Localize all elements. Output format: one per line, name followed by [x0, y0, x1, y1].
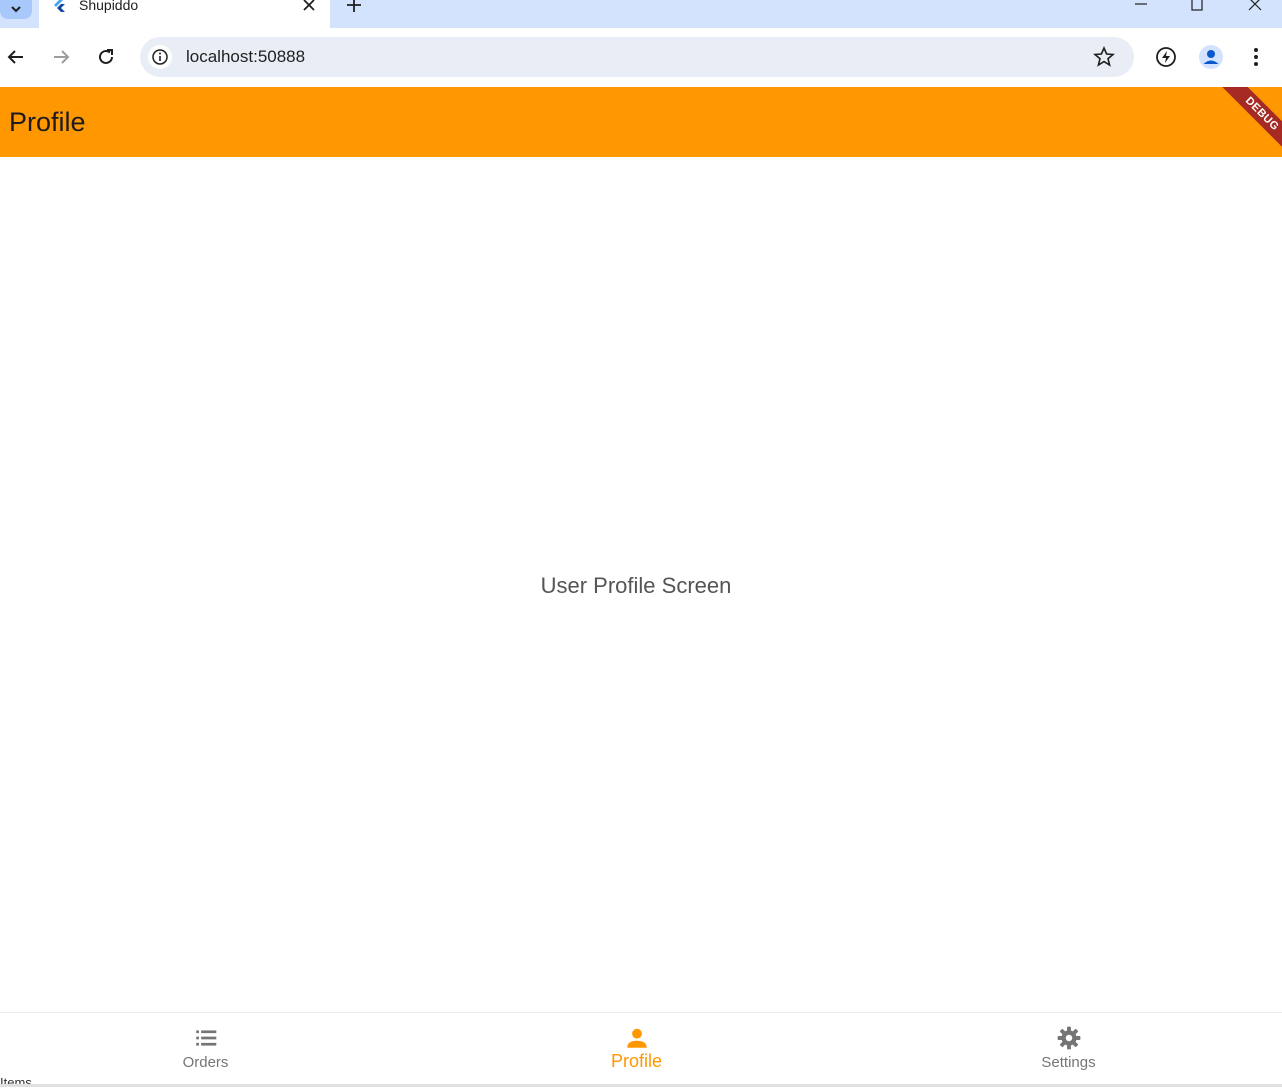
debug-banner: DEBUG — [1206, 87, 1282, 157]
info-icon — [152, 49, 168, 65]
page-title: Profile — [9, 107, 86, 137]
nav-item-settings[interactable]: Settings — [855, 1013, 1282, 1085]
gear-icon — [1057, 1026, 1080, 1050]
profile-avatar-icon[interactable] — [1199, 45, 1223, 69]
address-bar[interactable]: localhost:50888 — [140, 37, 1134, 77]
nav-label-settings: Settings — [1041, 1054, 1096, 1071]
chevron-down-icon — [11, 5, 21, 12]
forward-arrow-icon[interactable] — [50, 46, 72, 68]
reload-icon[interactable] — [95, 46, 117, 68]
browser-toolbar: localhost:50888 — [0, 28, 1282, 86]
url-text[interactable]: localhost:50888 — [186, 47, 305, 67]
flutter-icon — [54, 0, 65, 12]
screen-placeholder-text: User Profile Screen — [540, 573, 732, 598]
back-arrow-icon[interactable] — [5, 46, 27, 68]
list-icon — [195, 1030, 216, 1046]
person-icon — [626, 1028, 647, 1048]
maximize-icon[interactable] — [1189, 0, 1205, 12]
nav-label-orders: Orders — [182, 1054, 229, 1071]
partial-items-text: Items — [0, 1075, 32, 1090]
more-vert-icon[interactable] — [1244, 45, 1268, 69]
tab-search-button[interactable] — [0, 0, 32, 19]
nav-item-profile[interactable]: Profile — [423, 1013, 850, 1085]
close-icon[interactable] — [301, 0, 317, 13]
bottom-navigation-bar: Orders Profile Settings — [0, 1012, 1282, 1084]
nav-label-profile: Profile — [610, 1051, 663, 1071]
nav-item-orders[interactable]: Orders — [0, 1013, 419, 1085]
minimize-icon[interactable] — [1133, 0, 1149, 12]
main-content: User Profile Screen — [0, 157, 1282, 1012]
tab-title: Shupiddo — [79, 0, 139, 13]
window-close-icon[interactable] — [1247, 0, 1263, 12]
extension-icon[interactable] — [1154, 45, 1178, 69]
browser-tab-strip: Shupiddo — [0, 0, 1282, 28]
browser-tab[interactable]: Shupiddo — [39, 0, 330, 28]
app-bar: Profile DEBUG — [0, 87, 1282, 157]
bookmark-star-icon[interactable] — [1093, 46, 1115, 68]
new-tab-icon[interactable] — [345, 0, 363, 14]
site-info-button[interactable] — [148, 45, 172, 69]
